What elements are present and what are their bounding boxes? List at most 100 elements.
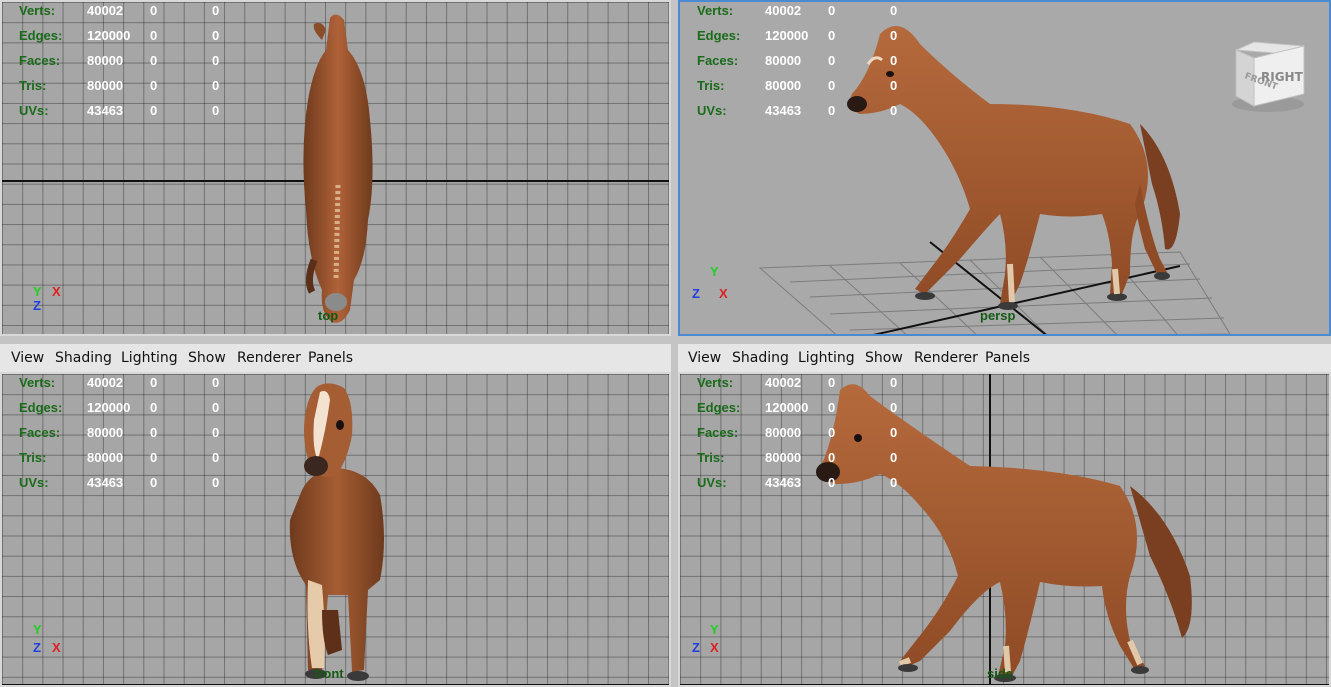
menu-view[interactable]: View [688,350,721,366]
hud-value: 0 [890,375,898,390]
hud-value: 0 [890,450,898,465]
hud-value: 0 [212,400,220,415]
hud-value: 43463 [765,103,802,118]
axis-y-label: Y [710,264,719,279]
hud-value: 0 [828,78,836,93]
hud-value: 0 [150,425,158,440]
hud-value: 43463 [87,475,124,490]
hud-label: Edges: [19,28,63,43]
camera-label-side: side [987,666,1014,681]
menu-renderer[interactable]: Renderer [237,350,301,366]
viewport-front[interactable]: Verts: 40002 0 0 Edges: 120000 0 0 Faces: 80000… [0,372,671,687]
hud-value: 0 [212,375,220,390]
hud-value: 0 [828,28,836,43]
hud-value: 0 [150,3,158,18]
viewcube[interactable]: FRONT RIGHT [1228,38,1308,114]
axis-gizmo: Y Z X [692,264,732,314]
menu-lighting[interactable]: Lighting [798,350,855,366]
hud-value: 120000 [87,400,131,415]
axis-x-label: X [710,640,719,655]
hud-value: 120000 [765,28,809,43]
hud-label: Faces: [19,53,61,68]
horse-model-side-view[interactable] [800,376,1220,686]
viewcube-right-label: RIGHT [1261,70,1304,84]
hud-value: 0 [890,103,898,118]
hud-value: 80000 [87,450,124,465]
hud-label: Tris: [19,78,47,93]
axis-z-label: Z [33,640,41,655]
hud-value: 80000 [765,425,802,440]
hud-value: 0 [828,3,836,18]
hud-value: 0 [212,103,220,118]
axis-x-label: X [719,286,728,301]
viewport-panel-front: View Shading Lighting Show Renderer Pane… [0,344,671,687]
hud-value: 80000 [87,53,124,68]
panel-menubar: View Shading Lighting Show Renderer Pane… [678,344,1331,373]
hud-label: Tris: [697,450,725,465]
hud-label: Faces: [697,425,739,440]
hud-value: 0 [150,78,158,93]
menu-panels[interactable]: Panels [985,350,1030,366]
viewport-panel-top: Verts: 40002 0 0 Edges: 120000 0 0 Faces: 80000… [0,0,671,336]
hud-value: 0 [150,475,158,490]
menu-view[interactable]: View [11,350,44,366]
axis-z-label: Z [692,640,700,655]
hud-label: Tris: [697,78,725,93]
menu-renderer[interactable]: Renderer [914,350,978,366]
hud-label: UVs: [697,475,727,490]
menu-lighting[interactable]: Lighting [121,350,178,366]
hud-value: 80000 [765,53,802,68]
hud-value: 80000 [87,78,124,93]
axis-gizmo: Y Z X [30,622,70,672]
viewport-persp[interactable]: FRONT RIGHT Verts: 40002 0 0 Edges: 120000 0 0… [678,0,1331,336]
hud-value: 80000 [765,450,802,465]
hud-value: 0 [890,53,898,68]
hud-label: Verts: [19,375,56,390]
hud-value: 0 [828,103,836,118]
menu-shading[interactable]: Shading [55,350,112,366]
horse-model-top-view[interactable] [292,10,382,330]
hud-value: 0 [212,450,220,465]
panel-menubar: View Shading Lighting Show Renderer Pane… [0,344,671,373]
menu-panels[interactable]: Panels [308,350,353,366]
hud-value: 0 [828,400,836,415]
axis-z-label: Z [33,298,41,313]
axis-y-label: Y [33,622,42,637]
hud-label: UVs: [19,103,49,118]
hud-value: 0 [828,425,836,440]
hud-value: 0 [890,475,898,490]
hud-value: 0 [150,53,158,68]
hud-value: 40002 [87,3,124,18]
hud-value: 0 [150,28,158,43]
menu-show[interactable]: Show [188,350,226,366]
hud-label: Edges: [19,400,63,415]
menu-shading[interactable]: Shading [732,350,789,366]
axis-gizmo: Y X Z [30,284,70,334]
hud-value: 0 [212,53,220,68]
hud-value: 0 [828,53,836,68]
hud-value: 0 [212,425,220,440]
viewport-side[interactable]: Verts: 40002 0 0 Edges: 120000 0 0 Faces: 80000… [678,372,1331,687]
hud-value: 0 [212,28,220,43]
axis-x-label: X [52,640,61,655]
hud-value: 0 [150,375,158,390]
axis-y-label: Y [33,284,42,299]
hud-label: Verts: [19,3,56,18]
hud-value: 0 [890,3,898,18]
menu-show[interactable]: Show [865,350,903,366]
hud-label: UVs: [19,475,49,490]
axis-x-label: X [52,284,61,299]
viewport-top[interactable]: Verts: 40002 0 0 Edges: 120000 0 0 Faces: 80000… [0,0,671,336]
hud-value: 120000 [765,400,809,415]
hud-value: 0 [890,400,898,415]
hud-value: 40002 [765,375,802,390]
hud-value: 0 [212,475,220,490]
hud-value: 40002 [765,3,802,18]
hud-value: 80000 [765,78,802,93]
horse-model-front-view[interactable] [282,380,392,685]
viewport-panel-side: View Shading Lighting Show Renderer Pane… [678,344,1331,687]
hud-value: 0 [890,425,898,440]
axis-y-label: Y [710,622,719,637]
hud-value: 43463 [87,103,124,118]
camera-label-top: top [318,308,339,323]
